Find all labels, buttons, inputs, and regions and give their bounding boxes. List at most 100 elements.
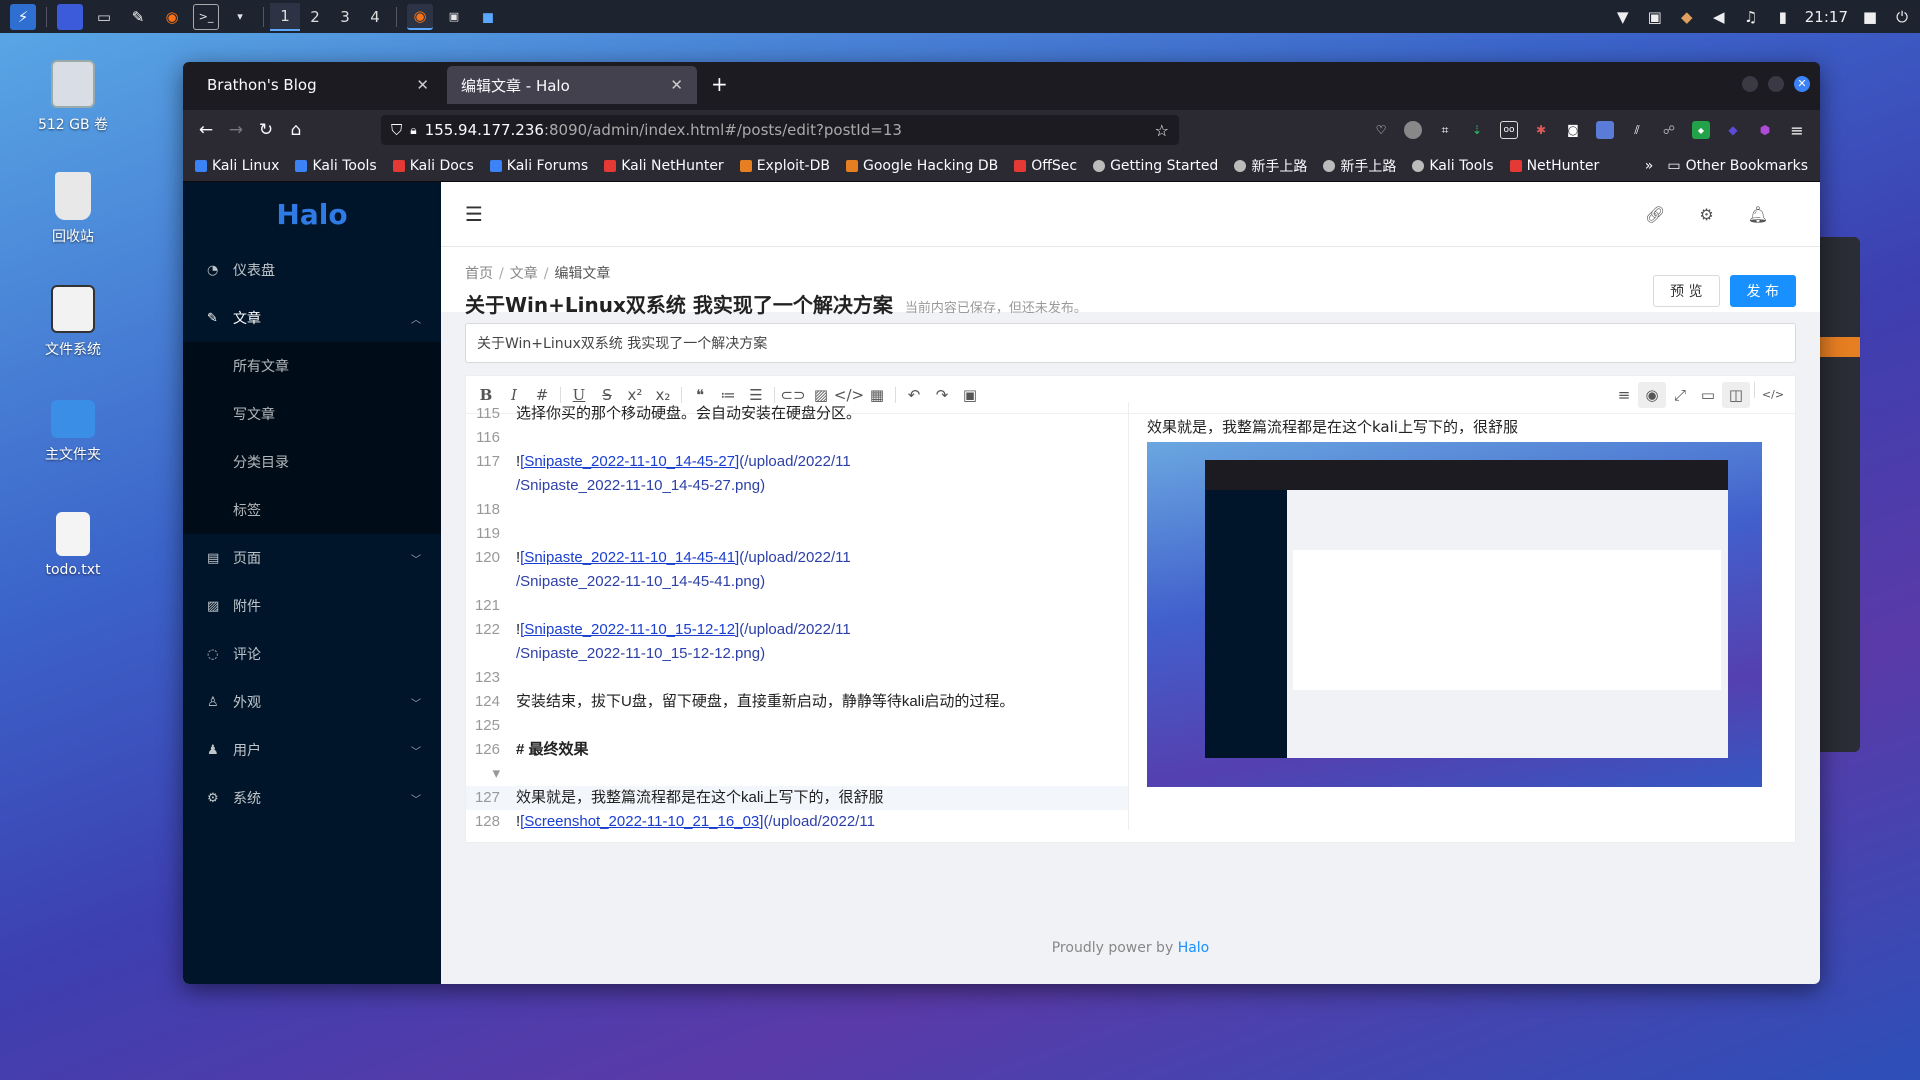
close-icon[interactable]: ✕ bbox=[416, 76, 429, 94]
editor-line[interactable]: 115 选择你买的那个移动硬盘。会自动安装在硬盘分区。 bbox=[466, 402, 1128, 426]
cat-icon[interactable]: ◆ bbox=[1677, 7, 1697, 27]
bookmark-kali-tools-2[interactable]: Kali Tools bbox=[1412, 158, 1494, 174]
editor-line[interactable]: 128 ![Screenshot_2022-11-10_21_16_03](/up… bbox=[466, 810, 1128, 830]
network-icon[interactable]: ▼ bbox=[1613, 7, 1633, 27]
bookmark-kali-linux[interactable]: Kali Linux bbox=[195, 158, 279, 174]
bookmark-kali-tools[interactable]: Kali Tools bbox=[295, 158, 377, 174]
workspace-4[interactable]: 4 bbox=[360, 3, 390, 31]
other-bookmarks[interactable]: ▭ Other Bookmarks bbox=[1667, 158, 1808, 174]
editor-line[interactable]: /Snipaste_2022-11-10_14-45-41.png) bbox=[466, 570, 1128, 594]
sidebar-item-write-post[interactable]: 写文章 bbox=[183, 390, 441, 438]
new-tab-plus-icon[interactable]: + bbox=[711, 72, 728, 96]
tab-brathons-blog[interactable]: Brathon's Blog ✕ bbox=[193, 66, 443, 104]
sidebar-item-system[interactable]: ⚙ 系统 ﹀ bbox=[183, 774, 441, 822]
lock-icon[interactable]: 🔒︎ bbox=[410, 123, 416, 138]
home-icon[interactable]: ⌂ bbox=[281, 115, 311, 145]
bookmark-newbie-1[interactable]: 新手上路 bbox=[1234, 156, 1307, 176]
editor-line[interactable]: 121 bbox=[466, 594, 1128, 618]
shield-icon[interactable]: ⛉ bbox=[391, 121, 402, 139]
bookmark-getting-started[interactable]: Getting Started bbox=[1093, 158, 1218, 174]
notification-bell-icon[interactable]: ♫ bbox=[1741, 7, 1761, 27]
workspace-2[interactable]: 2 bbox=[300, 3, 330, 31]
download-icon[interactable]: ⇣ bbox=[1468, 121, 1486, 139]
sidebar-item-categories[interactable]: 分类目录 bbox=[183, 438, 441, 486]
firefox-window-icon[interactable]: ◉ bbox=[407, 3, 433, 30]
forward-arrow-icon[interactable]: → bbox=[221, 115, 251, 145]
preview-button[interactable]: 预 览 bbox=[1653, 275, 1720, 307]
editor-line[interactable]: /Snipaste_2022-11-10_14-45-27.png) bbox=[466, 474, 1128, 498]
lock-icon[interactable]: ■ bbox=[1860, 7, 1880, 27]
editor-line[interactable]: 123 bbox=[466, 666, 1128, 690]
clock[interactable]: 21:17 bbox=[1805, 8, 1848, 26]
tab-edit-post[interactable]: 编辑文章 - Halo ✕ bbox=[447, 66, 697, 104]
bookmark-offsec[interactable]: OffSec bbox=[1014, 158, 1077, 174]
sidebar-item-attachments[interactable]: ▨ 附件 bbox=[183, 582, 441, 630]
minimize-button[interactable] bbox=[1742, 76, 1758, 92]
desktop-icon-trash[interactable]: 回收站 bbox=[28, 172, 118, 246]
split-view-icon[interactable]: ◫ bbox=[1722, 381, 1750, 408]
stats-icon[interactable]: ⫽ bbox=[1628, 121, 1646, 139]
clipboard-icon[interactable]: ▣ bbox=[1645, 7, 1665, 27]
hamburger-menu-icon[interactable]: ≡ bbox=[1788, 121, 1806, 140]
sync-icon[interactable]: ✱ bbox=[1532, 121, 1550, 139]
editor-line[interactable]: 118 bbox=[466, 498, 1128, 522]
bookmark-google-hacking-db[interactable]: Google Hacking DB bbox=[845, 158, 998, 174]
sidebar-item-tags[interactable]: 标签 bbox=[183, 486, 441, 534]
editor-line[interactable]: 120 ![Snipaste_2022-11-10_14-45-41](/uplo… bbox=[466, 546, 1128, 570]
sidebar-item-pages[interactable]: ▤ 页面 ﹀ bbox=[183, 534, 441, 582]
desktop-icon-todo[interactable]: todo.txt bbox=[28, 512, 118, 578]
reload-icon[interactable]: ↻ bbox=[251, 115, 281, 145]
markdown-source-pane[interactable]: 115 选择你买的那个移动硬盘。会自动安装在硬盘分区。 116 117 ![Snipas… bbox=[466, 402, 1129, 830]
firefox-icon[interactable]: ◉ bbox=[159, 4, 185, 30]
workspace-3[interactable]: 3 bbox=[330, 3, 360, 31]
reader-icon[interactable]: oo bbox=[1500, 121, 1518, 139]
editor-line[interactable]: 125 bbox=[466, 714, 1128, 738]
html-code-icon[interactable]: </> bbox=[1759, 382, 1787, 408]
bookmark-kali-docs[interactable]: Kali Docs bbox=[392, 158, 474, 174]
menu-fold-icon[interactable]: ☰ bbox=[465, 202, 483, 226]
terminal-icon[interactable]: >_ bbox=[193, 3, 219, 30]
save-icon[interactable] bbox=[1596, 121, 1614, 139]
crop-icon[interactable]: ⌗ bbox=[1436, 121, 1454, 139]
editor-line[interactable]: 126 ▾ # 最终效果 bbox=[466, 738, 1128, 786]
editor-line[interactable]: 116 bbox=[466, 426, 1128, 450]
bookmark-kali-forums[interactable]: Kali Forums bbox=[489, 158, 588, 174]
clash-icon[interactable]: ◆ bbox=[1692, 121, 1710, 139]
editor-line[interactable]: 124 安装结束，拔下U盘，留下硬盘，直接重新启动，静静等待kali启动的过程。 bbox=[466, 690, 1128, 714]
power-icon[interactable]: ⏻ bbox=[1892, 7, 1912, 27]
editor-line[interactable]: 119 bbox=[466, 522, 1128, 546]
pocket-icon[interactable]: ♡ bbox=[1372, 121, 1390, 139]
sidebar-item-comments[interactable]: ◌ 评论 bbox=[183, 630, 441, 678]
bookmark-nethunter[interactable]: NetHunter bbox=[1509, 158, 1599, 174]
chevron-down-icon[interactable]: ▾ bbox=[227, 4, 253, 30]
editor-line[interactable]: 122 ![Snipaste_2022-11-10_15-12-12](/uplo… bbox=[466, 618, 1128, 642]
bookmark-kali-nethunter[interactable]: Kali NetHunter bbox=[604, 158, 724, 174]
breadcrumb-posts[interactable]: 文章 bbox=[510, 266, 538, 282]
workspace-1[interactable]: 1 bbox=[270, 2, 300, 31]
desktop-icon[interactable] bbox=[57, 3, 83, 30]
sidebar-item-appearance[interactable]: ♙ 外观 ﹀ bbox=[183, 678, 441, 726]
bell-icon[interactable]: 🔔︎ bbox=[1748, 205, 1768, 224]
kali-menu-icon[interactable]: ⚡ bbox=[10, 3, 36, 30]
file-manager-icon[interactable]: ▭ bbox=[91, 4, 117, 30]
window-close-button[interactable]: ✕ bbox=[1794, 76, 1810, 92]
theme-icon[interactable]: ☍ bbox=[1660, 121, 1678, 139]
terminal-window-icon[interactable]: ▣ bbox=[441, 4, 467, 30]
maximize-button[interactable] bbox=[1768, 76, 1784, 92]
editor-line[interactable]: /Snipaste_2022-11-10_15-12-12.png) bbox=[466, 642, 1128, 666]
navigation-icon[interactable]: ≡ bbox=[1610, 382, 1638, 408]
preview-pane-icon[interactable]: ▭ bbox=[1694, 382, 1722, 408]
extension-icon[interactable] bbox=[1404, 121, 1422, 139]
text-editor-icon[interactable]: ✎ bbox=[125, 4, 151, 30]
double-chevron-icon[interactable]: » bbox=[1645, 158, 1654, 174]
halo-logo[interactable]: Halo bbox=[183, 182, 441, 246]
volume-icon[interactable]: ◀ bbox=[1709, 7, 1729, 27]
back-arrow-icon[interactable]: ← bbox=[191, 115, 221, 145]
breadcrumb-home[interactable]: 首页 bbox=[465, 266, 493, 282]
eye-icon[interactable]: ◉ bbox=[1638, 381, 1666, 408]
sidebar-item-dashboard[interactable]: ◔ 仪表盘 bbox=[183, 246, 441, 294]
gear-icon[interactable]: ⚙ bbox=[1699, 205, 1713, 224]
desktop-icon-drive[interactable]: 512 GB 卷 bbox=[28, 60, 118, 134]
battery-icon[interactable]: ▮ bbox=[1773, 7, 1793, 27]
bookmark-exploit-db[interactable]: Exploit-DB bbox=[739, 158, 830, 174]
